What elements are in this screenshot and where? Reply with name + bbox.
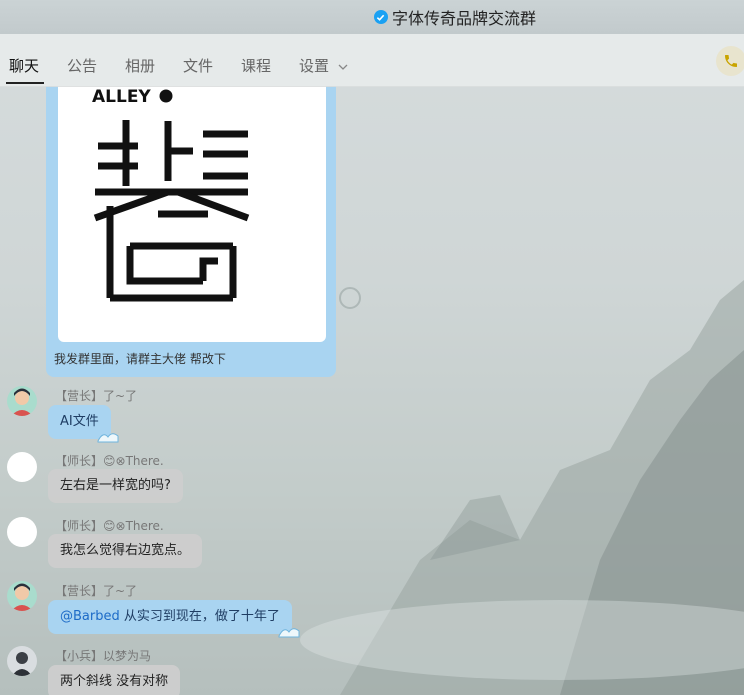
wave-decoration-icon — [278, 628, 300, 638]
chevron-down-icon — [338, 64, 348, 70]
call-button[interactable] — [716, 46, 744, 76]
message-bubble[interactable]: 左右是一样宽的吗? — [48, 469, 183, 503]
cartoon-avatar[interactable] — [7, 386, 37, 416]
message-text: 从实习到现在，做了十年了 — [119, 609, 280, 624]
message-text: 两个斜线 没有对称 — [60, 674, 169, 689]
tab-bar: 聊天 公告 相册 文件 课程 设置 — [0, 34, 744, 87]
message-text: 我怎么觉得右边宽点。 — [60, 543, 191, 558]
image-caption: 我发群里面，请群主大佬 帮改下 — [54, 352, 226, 366]
message-text: 左右是一样宽的吗? — [60, 478, 171, 493]
sender-name: 【师长】😊⊗There. — [55, 519, 164, 533]
tab-settings[interactable]: 设置 — [299, 55, 348, 76]
title-bar: 字体传奇品牌交流群 — [0, 0, 744, 34]
message-bubble[interactable]: AI文件 — [48, 405, 119, 443]
sender-name: 【营长】了~了 — [55, 389, 138, 403]
tab-chat[interactable]: 聊天 — [9, 55, 39, 76]
message-text: AI文件 — [60, 414, 99, 429]
tab-settings-label: 设置 — [299, 57, 330, 75]
image-attachment[interactable]: ALLEY — [58, 86, 326, 342]
phone-icon — [725, 55, 737, 67]
message-bubble[interactable]: 两个斜线 没有对称 — [48, 665, 181, 695]
tab-album[interactable]: 相册 — [125, 55, 155, 76]
message-bubble[interactable]: @Barbed 从实习到现在，做了十年了 — [48, 600, 300, 638]
message-bubble[interactable]: 我怎么觉得右边宽点。 — [48, 534, 203, 568]
sender-name: 【营长】了~了 — [55, 584, 138, 598]
chat-area[interactable]: ALLEY 我发群里面，请群主大佬 帮改下 【营长】了~了 AI文件 【师长】😊… — [0, 86, 744, 695]
mention-link[interactable]: @Barbed — [60, 609, 120, 624]
tab-announcement[interactable]: 公告 — [67, 55, 97, 76]
photo-avatar[interactable] — [7, 646, 37, 676]
tab-courses[interactable]: 课程 — [241, 55, 271, 76]
cartoon-avatar[interactable] — [7, 581, 37, 611]
image-logo-text: ALLEY — [92, 87, 151, 107]
verified-icon — [373, 10, 388, 24]
sender-name: 【师长】😊⊗There. — [55, 454, 164, 468]
active-tab-indicator — [6, 82, 44, 84]
blank-avatar[interactable] — [7, 452, 37, 482]
blank-avatar[interactable] — [7, 517, 37, 547]
image-message-bubble: ALLEY 我发群里面，请群主大佬 帮改下 — [46, 86, 336, 377]
brand-logo-image: ALLEY — [92, 87, 250, 302]
wave-decoration-icon — [97, 433, 119, 443]
sender-name: 【小兵】以梦为马 — [55, 649, 152, 663]
tab-files[interactable]: 文件 — [183, 55, 213, 76]
window-title: 字体传奇品牌交流群 — [391, 9, 536, 28]
